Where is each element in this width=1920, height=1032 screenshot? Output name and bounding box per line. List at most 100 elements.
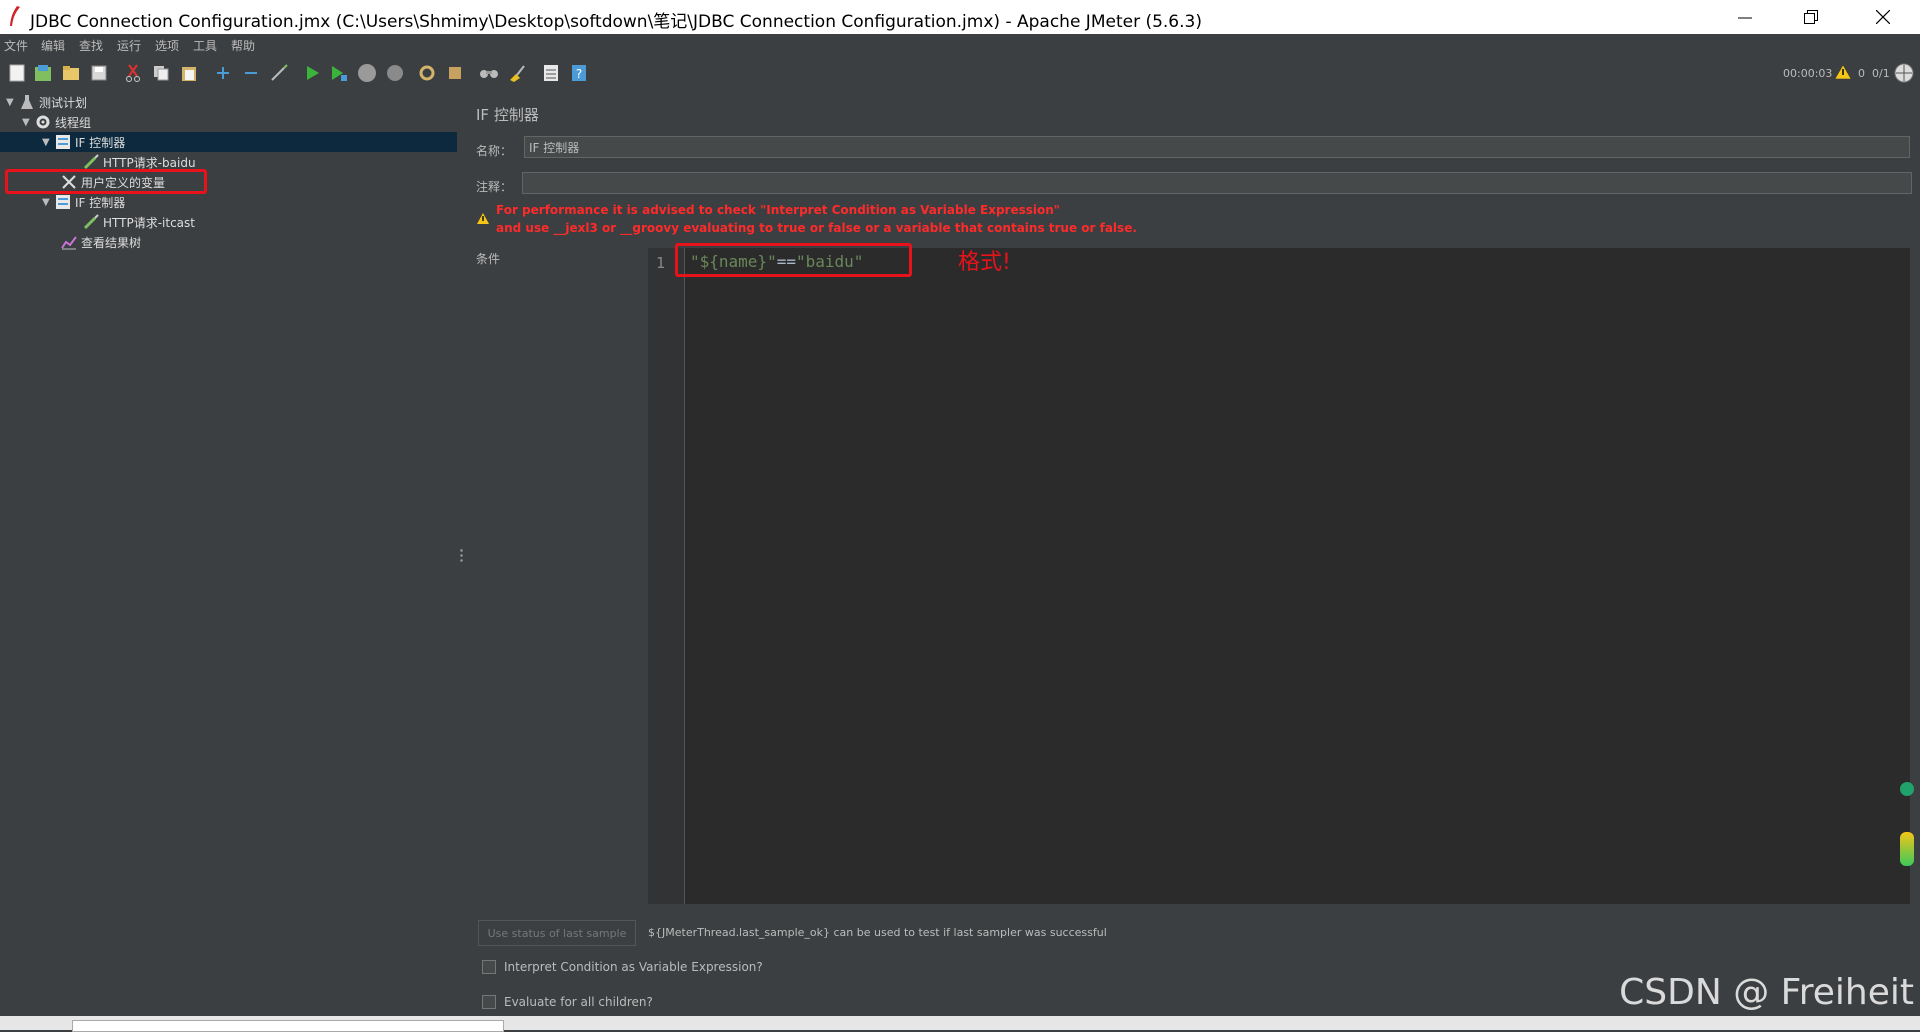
- restore-icon: [1804, 10, 1818, 24]
- paste-icon: [182, 67, 196, 81]
- use-last-sample-button[interactable]: Use status of last sample: [478, 920, 636, 946]
- minimize-icon: [1738, 17, 1752, 19]
- comment-label: 注释：: [476, 180, 513, 194]
- remote-start-button[interactable]: [416, 62, 438, 84]
- line-number-gutter: 1: [648, 248, 685, 904]
- chevron-down-icon[interactable]: ▼: [42, 137, 54, 148]
- tree-node-label: 查看结果树: [81, 235, 142, 250]
- line-number: 1: [656, 254, 666, 272]
- paste-button[interactable]: [178, 62, 200, 84]
- toggle-button[interactable]: [268, 62, 290, 84]
- shutdown-circle-icon: [387, 65, 403, 81]
- remote-gear-icon: [419, 65, 435, 81]
- comment-input[interactable]: [522, 172, 1912, 194]
- elapsed-timer: 00:00:03: [1783, 67, 1833, 80]
- controller-icon: [54, 133, 72, 151]
- csdn-watermark: CSDN @ Freiheit: [1619, 972, 1914, 1013]
- pipette-icon: [82, 213, 100, 231]
- warning-triangle-icon[interactable]: [1834, 64, 1852, 80]
- stop-circle-icon: [358, 64, 376, 82]
- last-sample-hint: ${JMeterThread.last_sample_ok} can be us…: [648, 926, 1107, 939]
- copy-icon: [154, 66, 169, 81]
- menu-options[interactable]: 选项: [155, 37, 179, 54]
- clear-all-button[interactable]: [506, 62, 528, 84]
- stop-button[interactable]: [356, 62, 378, 84]
- minus-icon: [245, 72, 257, 74]
- menu-run[interactable]: 运行: [117, 37, 141, 54]
- search-button[interactable]: [478, 62, 500, 84]
- close-button[interactable]: [1852, 0, 1914, 34]
- save-icon: [91, 65, 107, 81]
- menu-tools[interactable]: 工具: [193, 37, 217, 54]
- cut-icon: [126, 64, 140, 82]
- binoculars-icon: [480, 70, 498, 78]
- tree-node-label: HTTP请求-itcast: [103, 215, 195, 230]
- tree-node-label: 线程组: [55, 115, 92, 130]
- panel-splitter[interactable]: [457, 90, 466, 1016]
- level-gradient-icon: [1900, 832, 1914, 866]
- condition-code-editor[interactable]: 1 "${name}"=="baidu" 格式!: [648, 243, 1910, 904]
- status-dot-icon: [1900, 782, 1914, 796]
- menu-edit[interactable]: 编辑: [41, 37, 65, 54]
- menu-file[interactable]: 文件: [4, 37, 28, 54]
- minimize-button[interactable]: [1714, 0, 1776, 34]
- tree-node-label: IF 控制器: [75, 195, 126, 210]
- plus-icon: [217, 67, 229, 79]
- tree-node-if-controller-1[interactable]: ▼ IF 控制器: [0, 132, 457, 152]
- checkbox-label: Interpret Condition as Variable Expressi…: [504, 960, 763, 974]
- tree-node-thread-group[interactable]: ▼ 线程组: [22, 112, 91, 132]
- jmeter-feather-icon: [10, 6, 20, 26]
- templates-icon: [35, 65, 51, 81]
- performance-warning-line1: For performance it is advised to check "…: [496, 203, 1061, 217]
- restore-button[interactable]: [1780, 0, 1842, 34]
- list-icon: [544, 65, 558, 81]
- warning-triangle-icon: [477, 213, 489, 224]
- evaluate-children-checkbox[interactable]: Evaluate for all children?: [482, 995, 653, 1009]
- chevron-down-icon[interactable]: ▼: [6, 97, 18, 108]
- annotation-format-note: 格式!: [958, 250, 1011, 275]
- remote-globe-icon[interactable]: [1894, 63, 1914, 83]
- remote-broom-icon: [449, 67, 461, 79]
- start-button[interactable]: [302, 62, 324, 84]
- menu-search[interactable]: 查找: [79, 37, 103, 54]
- chevron-down-icon[interactable]: ▼: [42, 197, 54, 208]
- new-button[interactable]: [6, 62, 28, 84]
- window-title: JDBC Connection Configuration.jmx (C:\Us…: [30, 12, 1202, 32]
- templates-button[interactable]: [32, 62, 54, 84]
- open-button[interactable]: [60, 62, 82, 84]
- help-icon: ?: [572, 65, 586, 81]
- tree-node-if-controller-2[interactable]: ▼ IF 控制器: [42, 192, 125, 212]
- collapse-all-button[interactable]: [240, 62, 262, 84]
- new-file-icon: [9, 64, 25, 82]
- name-input[interactable]: IF 控制器: [524, 136, 1910, 158]
- checkbox-box[interactable]: [482, 995, 496, 1009]
- svg-text:?: ?: [576, 67, 582, 81]
- gear-icon: [34, 113, 52, 131]
- name-label: 名称：: [476, 144, 513, 158]
- remote-stop-button[interactable]: [444, 62, 466, 84]
- chevron-down-icon[interactable]: ▼: [22, 117, 34, 128]
- save-button[interactable]: [88, 62, 110, 84]
- tree-node-result-tree[interactable]: 查看结果树: [60, 232, 141, 252]
- function-helper-button[interactable]: [540, 62, 562, 84]
- tree-node-test-plan[interactable]: ▼ 测试计划: [6, 92, 87, 112]
- help-button[interactable]: ?: [568, 62, 590, 84]
- tree-node-label: HTTP请求-baidu: [103, 155, 196, 170]
- checkbox-box[interactable]: [482, 960, 496, 974]
- controller-icon: [54, 193, 72, 211]
- menu-help[interactable]: 帮助: [231, 37, 255, 54]
- active-threads: 0/1: [1872, 67, 1890, 80]
- interpret-condition-checkbox[interactable]: Interpret Condition as Variable Expressi…: [482, 960, 763, 974]
- tree-node-http-itcast[interactable]: HTTP请求-itcast: [82, 212, 195, 232]
- shutdown-button[interactable]: [384, 62, 406, 84]
- tree-node-label: IF 控制器: [75, 135, 126, 150]
- copy-button[interactable]: [150, 62, 172, 84]
- play-no-pause-icon: [332, 66, 347, 81]
- cut-button[interactable]: [122, 62, 144, 84]
- performance-warning-line2: and use __jexl3 or __groovy evaluating t…: [496, 221, 1137, 235]
- expand-all-button[interactable]: [212, 62, 234, 84]
- warning-count: 0: [1858, 67, 1865, 80]
- start-no-pauses-button[interactable]: [328, 62, 350, 84]
- checkbox-label: Evaluate for all children?: [504, 995, 653, 1009]
- splitter-grip-icon: [460, 548, 463, 562]
